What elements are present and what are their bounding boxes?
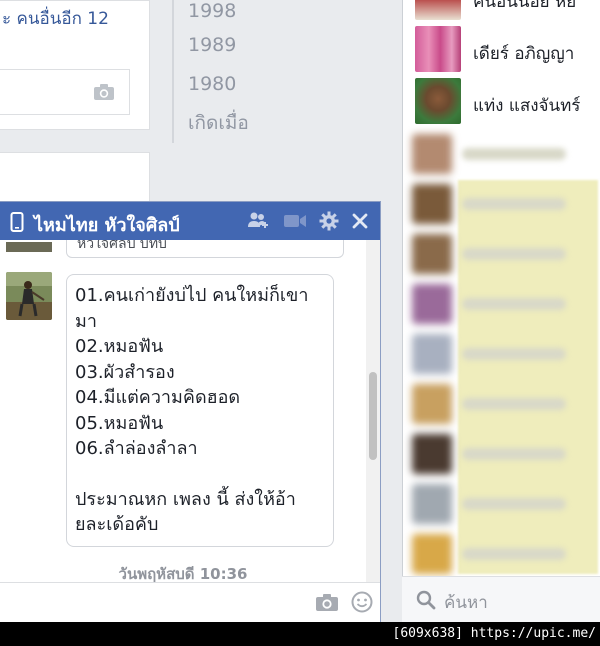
watermark-bar: [609x638] https://upic.me/: [0, 622, 600, 646]
message-line: 06.ลำล่องลำลา: [75, 438, 198, 459]
contact-item[interactable]: [406, 330, 572, 380]
sidebar-search[interactable]: ค้นหา: [402, 576, 600, 622]
screen: ะ คนอื่นอีก 12 1998 1989 1980 เกิดเมื่อ …: [0, 0, 600, 622]
scrollbar-thumb[interactable]: [369, 372, 377, 460]
message-gap: [75, 462, 325, 487]
camera-icon[interactable]: [93, 83, 115, 105]
contact-item[interactable]: คนอนนอย หย: [415, 0, 600, 22]
avatar: [415, 78, 461, 124]
contact-item[interactable]: [406, 380, 572, 430]
add-friend-icon[interactable]: [247, 211, 269, 235]
avatar: [6, 242, 52, 252]
contact-item[interactable]: [406, 480, 572, 530]
comment-input[interactable]: [0, 69, 130, 115]
contact-item[interactable]: [406, 530, 572, 580]
year-item-born[interactable]: เกิดเมื่อ: [172, 104, 402, 143]
message-line: มา: [75, 310, 97, 332]
watermark-text: [609x638] https://upic.me/: [392, 626, 597, 641]
video-call-icon[interactable]: [283, 213, 307, 233]
year-item[interactable]: 1980: [172, 65, 402, 104]
contact-item[interactable]: [406, 230, 572, 280]
camera-icon[interactable]: [315, 592, 339, 616]
contact-item[interactable]: [406, 130, 572, 180]
chat-scrollbar[interactable]: [366, 240, 380, 582]
chat-messages: หัวใจศิลป์ บัทบ 01.คนเก่ายังบ่ไป คนใหม่ก…: [0, 240, 366, 582]
avatar[interactable]: [6, 272, 52, 320]
avatar: [415, 0, 461, 20]
contact-item[interactable]: แท่ง แสงจันทร์: [415, 78, 600, 126]
contact-item[interactable]: เดียร์ อภิญญา: [415, 26, 600, 74]
tagged-others-link[interactable]: ะ คนอื่นอีก 12: [2, 5, 109, 32]
gear-icon[interactable]: [319, 211, 339, 235]
contact-item[interactable]: [406, 280, 572, 330]
message-line: 01.คนเก่ายังบ่ไป คนใหม่ก็เขา: [75, 285, 309, 306]
chat-window: ไหมไทย หัวใจศิลป์ หัวใจศิลป์ บัทบ 01.คนเ…: [0, 201, 381, 622]
year-item[interactable]: 1998: [172, 0, 402, 26]
chat-composer[interactable]: [0, 582, 380, 622]
blurred-contact-list: [406, 130, 572, 574]
chat-title[interactable]: ไหมไทย หัวใจศิลป์: [34, 210, 180, 239]
avatar: [415, 26, 461, 72]
mobile-icon: [10, 212, 24, 236]
contact-name: คนอนนอย หย: [473, 0, 577, 12]
message-timestamp: วันพฤหัสบดี 10:36: [118, 565, 248, 582]
message-line: ยละเด้อคับ: [75, 514, 159, 535]
message-line: ประมาณหก เพลง นี้ ส่งให้อ้า: [75, 488, 296, 510]
contact-item[interactable]: [406, 180, 572, 230]
contact-name: แท่ง แสงจันทร์: [473, 96, 581, 116]
year-list: 1998 1989 1980 เกิดเมื่อ: [172, 0, 402, 143]
search-input[interactable]: ค้นหา: [444, 589, 488, 616]
close-icon[interactable]: [352, 213, 368, 233]
emoji-icon[interactable]: [351, 591, 373, 617]
message-line: 05.หมอฟัน: [75, 412, 164, 434]
year-item[interactable]: 1989: [172, 26, 402, 65]
search-icon: [416, 590, 436, 614]
message-bubble: 01.คนเก่ายังบ่ไป คนใหม่ก็เขา มา 02.หมอฟั…: [66, 274, 334, 547]
contact-item[interactable]: [406, 430, 572, 480]
contact-name: เดียร์ อภิญญา: [473, 44, 575, 64]
message-line: 03.ผัวสำรอง: [75, 361, 175, 383]
message-line: 02.หมอฟัน: [75, 336, 164, 357]
feed-post: ะ คนอื่นอีก 12: [0, 0, 150, 130]
message-line: 04.มีแต่ความคิดฮอด: [75, 387, 241, 408]
chat-header[interactable]: ไหมไทย หัวใจศิลป์: [0, 202, 380, 240]
message-bubble: หัวใจศิลป์ บัทบ: [66, 240, 344, 258]
